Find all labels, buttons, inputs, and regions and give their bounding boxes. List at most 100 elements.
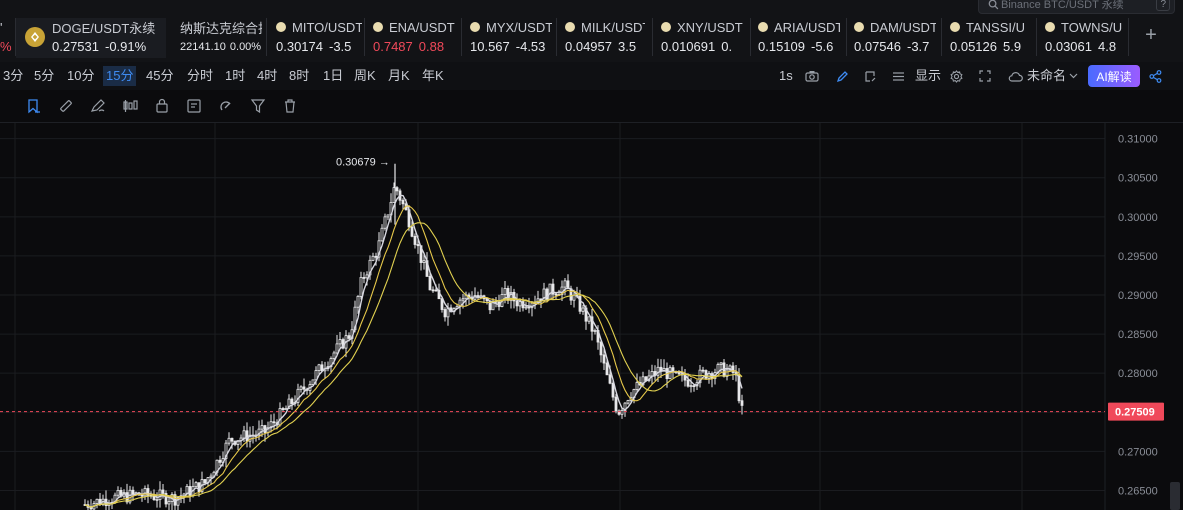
chevron-down-icon[interactable] — [1064, 67, 1082, 85]
add-ticker-button[interactable]: + — [1140, 24, 1162, 46]
ruler-tool-icon[interactable] — [56, 96, 76, 116]
filter-tool-icon[interactable] — [248, 96, 268, 116]
ticker-change: 5.9 — [1003, 39, 1022, 54]
candle-body — [278, 408, 282, 426]
coin-icon — [758, 22, 768, 32]
interval-week[interactable]: 周K — [351, 66, 379, 86]
ticker-change: 4.8 — [1098, 39, 1117, 54]
ticker-price: 0.05126 — [950, 39, 997, 54]
fullscreen-icon[interactable] — [976, 67, 994, 85]
coin-icon — [565, 22, 575, 32]
cloud-icon[interactable] — [1006, 67, 1024, 85]
interval-year[interactable]: 年K — [419, 66, 447, 86]
candle-body — [188, 486, 192, 496]
candlestick-chart[interactable]: 0.31000 0.30500 0.30000 0.29500 0.29000 0.285… — [0, 123, 1183, 510]
candle-body — [524, 306, 528, 309]
interval-4h[interactable]: 4时 — [254, 66, 280, 86]
share-icon[interactable] — [1146, 67, 1164, 85]
ticker-change: 3.5 — [618, 39, 637, 54]
interval-month[interactable]: 月K — [385, 66, 413, 86]
interval-15m[interactable]: 15分 — [103, 66, 137, 86]
symbol-search[interactable]: Binance BTC/USDT 永续 ? — [978, 0, 1175, 14]
interval-3m[interactable]: 3分 — [0, 66, 26, 86]
ticker-partial[interactable]: ' % — [0, 18, 14, 58]
candle-body — [740, 400, 744, 406]
ma-line-slow — [84, 222, 743, 508]
magnet-tool-icon[interactable] — [216, 96, 236, 116]
candle-body — [401, 199, 405, 205]
coin-icon — [470, 22, 480, 32]
candle-tool-icon[interactable] — [120, 96, 140, 116]
lock-tool-icon[interactable] — [152, 96, 172, 116]
ticker-dam[interactable]: DAM/USDT 0.07546 -3.7 — [854, 18, 936, 58]
layout-name[interactable]: 未命名 — [1027, 66, 1066, 86]
candle-body — [317, 364, 321, 371]
interval-10m[interactable]: 10分 — [64, 66, 97, 86]
candle-body — [383, 216, 387, 229]
list-icon[interactable] — [889, 67, 907, 85]
scroll-handle — [1170, 482, 1180, 510]
candle-body — [242, 430, 246, 439]
ticker-price: 0.010691 — [661, 39, 716, 54]
interval-1d[interactable]: 1日 — [320, 66, 346, 86]
ticker-mito[interactable]: MITO/USDT 0.30174 -3.5 — [276, 18, 362, 58]
bookmark-tool-icon[interactable] — [24, 96, 44, 116]
y-tick-label: 0.30000 — [1118, 212, 1158, 224]
ticker-price: 0.03061 — [1045, 39, 1092, 54]
coin-icon — [950, 22, 960, 32]
ticker-nasdaq[interactable]: 纳斯达克综合指 22141.10 0.00% — [180, 18, 262, 58]
brush-tool-icon[interactable] — [88, 96, 108, 116]
interval-5m[interactable]: 5分 — [31, 66, 57, 86]
trash-icon[interactable] — [280, 96, 300, 116]
coin-icon — [276, 22, 286, 32]
ticker-ena[interactable]: ENA/USDT 0.7487 0.88 — [373, 18, 459, 58]
candle-body — [416, 244, 420, 247]
candle-body — [380, 227, 384, 242]
ticker-towns[interactable]: TOWNS/U 0.03061 4.8 — [1045, 18, 1125, 58]
ticker-symbol: XNY/USDT — [677, 19, 743, 35]
ticker-symbol: DAM/USDT — [870, 19, 936, 35]
candle-body — [644, 376, 648, 381]
y-tick-label: 0.27000 — [1118, 446, 1158, 458]
interval-8h[interactable]: 8时 — [286, 66, 312, 86]
candle-body — [422, 260, 426, 263]
coin-icon — [1045, 22, 1055, 32]
interval-1h[interactable]: 1时 — [222, 66, 248, 86]
refresh-rate[interactable]: 1s — [779, 66, 793, 86]
candle-body — [356, 296, 360, 308]
crop-icon[interactable] — [861, 67, 879, 85]
interval-timeline[interactable]: 分时 — [184, 66, 216, 86]
y-tick-label: 0.29500 — [1118, 251, 1158, 263]
ticker-tanssi[interactable]: TANSSI/U 0.05126 5.9 — [950, 18, 1032, 58]
doge-logo-icon — [25, 27, 45, 47]
display-button[interactable]: 显示 — [915, 66, 941, 86]
ticker-price: 0.15109 — [758, 39, 805, 54]
ticker-myx[interactable]: MYX/USDT 10.567 -4.53 — [470, 18, 552, 58]
candle-body — [692, 385, 696, 388]
candle-body — [230, 437, 234, 442]
candle-body — [719, 362, 723, 365]
note-tool-icon[interactable] — [184, 96, 204, 116]
candle-body — [95, 498, 99, 504]
ticker-aria[interactable]: ARIA/USDT 0.15109 -5.6 — [758, 18, 840, 58]
candle-body — [410, 226, 414, 237]
ticker-xny[interactable]: XNY/USDT 0.010691 0. — [661, 18, 743, 58]
candle-body — [443, 309, 447, 318]
candle-body — [203, 479, 207, 484]
camera-icon[interactable] — [803, 67, 821, 85]
candle-body — [347, 335, 351, 339]
candle-body — [359, 277, 363, 297]
candle-body — [587, 316, 591, 322]
candle-body — [338, 339, 342, 345]
price-chart[interactable]: 0.31000 0.30500 0.30000 0.29500 0.29000 0.285… — [0, 123, 1183, 510]
candle-body — [209, 475, 213, 479]
candle-body — [152, 495, 156, 501]
candle-body — [140, 494, 144, 497]
interval-45m[interactable]: 45分 — [143, 66, 176, 86]
pen-icon[interactable] — [833, 67, 851, 85]
candle-body — [281, 408, 285, 411]
ai-analyze-button[interactable]: AI解读 — [1088, 65, 1140, 87]
gear-icon[interactable] — [947, 67, 965, 85]
ticker-milk[interactable]: MILK/USDT 0.04957 3.5 — [565, 18, 645, 58]
ticker-price: 22141.10 — [180, 41, 226, 53]
